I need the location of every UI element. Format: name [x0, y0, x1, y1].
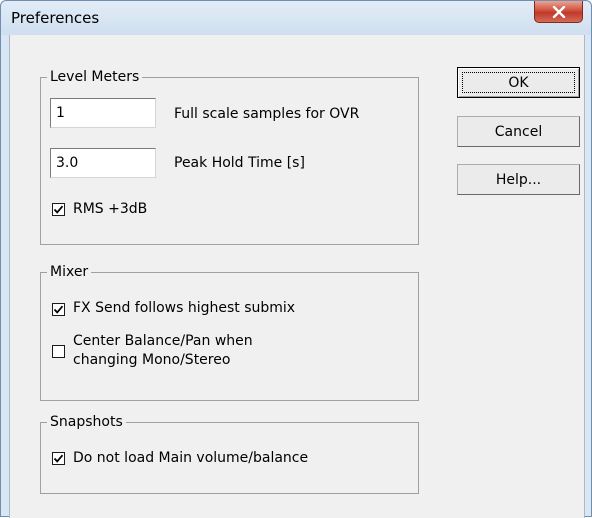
ovr-samples-input[interactable]: [50, 98, 156, 128]
no-load-main-volume-checkbox[interactable]: [52, 452, 65, 465]
window-title: Preferences: [11, 9, 100, 27]
rms-3db-checkbox[interactable]: [52, 203, 65, 216]
level-meters-group-label: Level Meters: [47, 68, 143, 86]
fx-send-follows-label[interactable]: FX Send follows highest submix: [73, 299, 295, 317]
center-balance-pan-label-line2[interactable]: changing Mono/Stereo: [73, 351, 230, 369]
title-bar[interactable]: Preferences: [1, 1, 591, 35]
checkmark-icon: [53, 205, 64, 214]
ovr-samples-label: Full scale samples for OVR: [174, 106, 360, 122]
rms-3db-label[interactable]: RMS +3dB: [73, 200, 147, 218]
peak-hold-time-label: Peak Hold Time [s]: [174, 155, 305, 171]
cancel-button-label: Cancel: [494, 123, 543, 140]
snapshots-group-label: Snapshots: [47, 413, 126, 431]
ok-button[interactable]: OK: [457, 67, 580, 98]
center-balance-pan-label-line1[interactable]: Center Balance/Pan when: [73, 332, 253, 350]
help-button[interactable]: Help...: [457, 164, 580, 195]
help-button-label: Help...: [495, 171, 542, 188]
no-load-main-volume-label[interactable]: Do not load Main volume/balance: [73, 449, 308, 467]
mixer-group-label: Mixer: [47, 263, 92, 281]
close-icon: [552, 5, 565, 18]
dialog-client-area: Level Meters Full scale samples for OVR …: [9, 35, 585, 518]
cancel-button[interactable]: Cancel: [457, 116, 580, 147]
checkmark-icon: [53, 454, 64, 463]
checkmark-icon: [53, 305, 64, 314]
peak-hold-time-input[interactable]: [50, 148, 156, 178]
focus-rectangle: [462, 72, 575, 93]
center-balance-pan-checkbox[interactable]: [52, 345, 65, 358]
close-button[interactable]: [534, 1, 583, 23]
fx-send-follows-checkbox[interactable]: [52, 303, 65, 316]
preferences-dialog: Preferences Level Meters Full scale samp…: [0, 0, 592, 518]
